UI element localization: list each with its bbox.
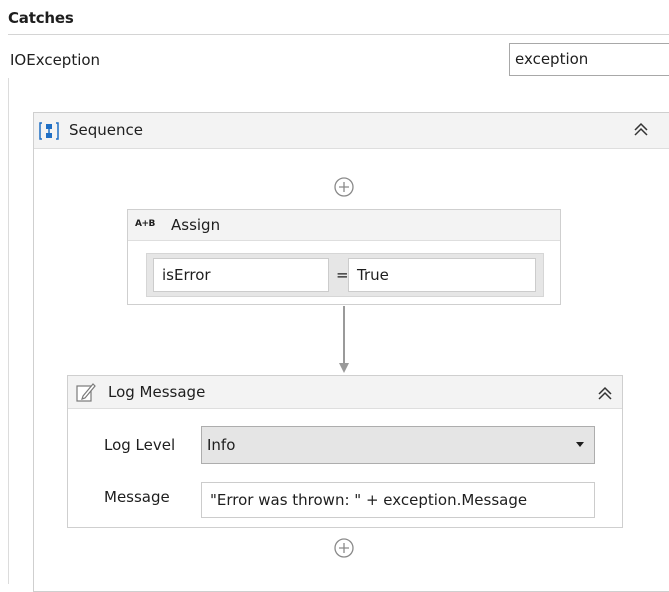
add-activity-plus-icon[interactable] xyxy=(333,537,355,559)
log-level-dropdown[interactable]: Info xyxy=(201,426,595,464)
dropdown-arrow-icon[interactable] xyxy=(576,442,584,447)
double-chevron-up-icon[interactable] xyxy=(630,119,652,141)
catches-divider xyxy=(8,34,669,35)
log-message-header[interactable]: Log Message xyxy=(68,376,622,409)
log-level-label: Log Level xyxy=(104,436,176,454)
assign-header[interactable]: A+B Assign xyxy=(128,210,560,241)
log-level-value: Info xyxy=(207,436,236,454)
catch-outline xyxy=(8,78,9,584)
catch-exception-variable-input[interactable]: exception xyxy=(509,43,669,76)
pencil-note-icon xyxy=(76,383,96,402)
assign-operator: = xyxy=(336,266,349,284)
sequence-header[interactable]: Sequence xyxy=(34,113,669,149)
message-input[interactable]: "Error was thrown: " + exception.Message xyxy=(201,482,595,518)
assign-activity[interactable]: A+B Assign isError = True xyxy=(127,209,561,305)
catch-exception-type[interactable]: IOException xyxy=(10,51,100,69)
double-chevron-up-icon[interactable] xyxy=(594,383,616,405)
assign-title: Assign xyxy=(171,216,221,234)
assign-value-input[interactable]: True xyxy=(348,258,536,292)
assign-to-input[interactable]: isError xyxy=(153,258,329,292)
sequence-title: Sequence xyxy=(69,121,143,139)
add-activity-plus-icon[interactable] xyxy=(333,176,355,198)
message-label: Message xyxy=(104,488,170,506)
log-message-title: Log Message xyxy=(108,383,206,401)
catches-title: Catches xyxy=(8,9,74,27)
sequence-icon xyxy=(39,122,59,140)
assign-body: isError = True xyxy=(146,253,544,297)
assign-icon: A+B xyxy=(135,219,155,229)
flow-arrow-icon xyxy=(339,306,349,373)
